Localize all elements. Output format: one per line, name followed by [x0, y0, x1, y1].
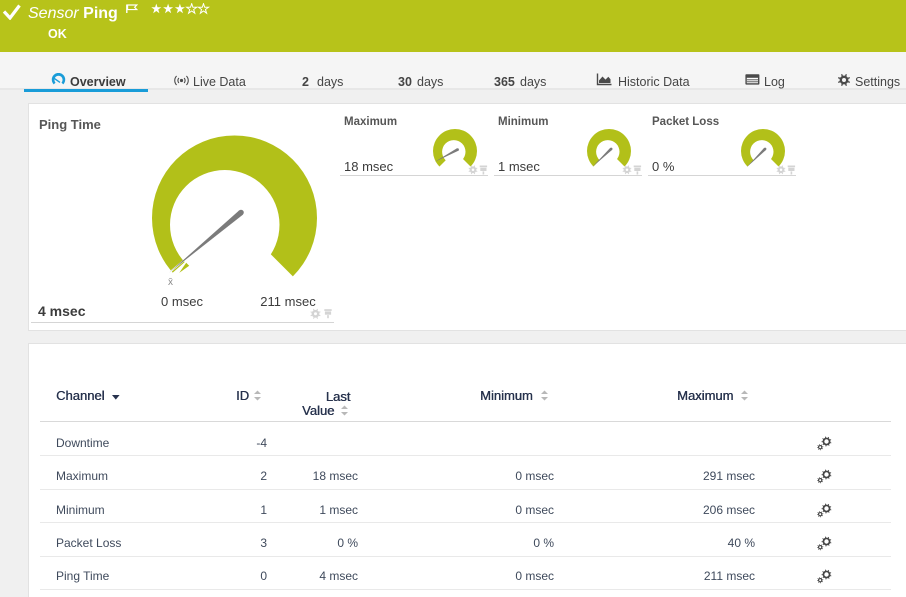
svg-text:x̄: x̄ — [168, 277, 173, 288]
